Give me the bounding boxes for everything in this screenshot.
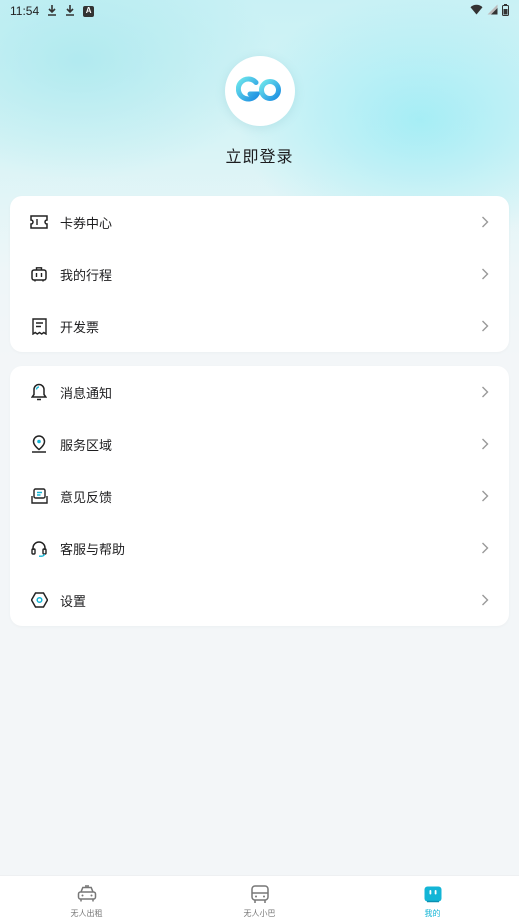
chevron-right-icon (481, 541, 491, 555)
tab-label: 无人小巴 (243, 909, 276, 918)
app-notification-icon: A (83, 5, 95, 17)
menu-item-customer-service[interactable]: 客服与帮助 (10, 522, 509, 574)
chevron-right-icon (481, 489, 491, 503)
tab-minibus[interactable]: 无人小巴 (173, 876, 346, 924)
ticket-icon (30, 213, 48, 231)
menu-item-feedback[interactable]: 意见反馈 (10, 470, 509, 522)
menu-card-primary: 卡券中心 我的行程 开发票 (10, 196, 509, 352)
menu-item-settings[interactable]: 设置 (10, 574, 509, 626)
menu-item-label: 意见反馈 (60, 490, 113, 506)
luggage-icon (30, 265, 48, 283)
menu-item-label: 我的行程 (60, 268, 113, 284)
go-logo-icon (235, 74, 284, 108)
status-time: 11:54 (10, 4, 40, 18)
tab-label: 无人出租 (70, 909, 103, 918)
location-pin-icon (30, 435, 48, 453)
menu-item-service-area[interactable]: 服务区域 (10, 418, 509, 470)
menu-item-my-trips[interactable]: 我的行程 (10, 248, 509, 300)
wifi-icon (470, 4, 483, 18)
menu-item-label: 开发票 (60, 320, 100, 336)
bell-icon (30, 383, 48, 401)
status-bar: 11:54 A (0, 0, 519, 22)
signal-icon (487, 4, 498, 18)
download-icon (65, 4, 75, 19)
menu-item-notifications[interactable]: 消息通知 (10, 366, 509, 418)
headset-icon (30, 539, 48, 557)
settings-icon (30, 591, 48, 609)
menu-item-label: 设置 (60, 594, 87, 610)
bottom-tab-bar: 无人出租 无人小巴 我的 (0, 875, 519, 924)
download-icon (47, 4, 57, 19)
chevron-right-icon (481, 385, 491, 399)
profile-robot-icon (422, 883, 444, 905)
tab-mine[interactable]: 我的 (346, 876, 519, 924)
minibus-icon (249, 883, 271, 905)
feedback-icon (30, 487, 48, 505)
taxi-icon (76, 883, 98, 905)
menu-item-invoice[interactable]: 开发票 (10, 300, 509, 352)
battery-icon (502, 3, 509, 19)
menu-item-label: 消息通知 (60, 386, 113, 402)
chevron-right-icon (481, 593, 491, 607)
tab-robotaxi[interactable]: 无人出租 (0, 876, 173, 924)
avatar[interactable] (225, 56, 295, 126)
chevron-right-icon (481, 319, 491, 333)
chevron-right-icon (481, 215, 491, 229)
menu-item-label: 客服与帮助 (60, 542, 126, 558)
menu-item-coupon-center[interactable]: 卡券中心 (10, 196, 509, 248)
notification-badge-text: A (85, 6, 92, 15)
login-button[interactable]: 立即登录 (0, 143, 519, 167)
menu-item-label: 卡券中心 (60, 216, 113, 232)
chevron-right-icon (481, 267, 491, 281)
tab-label: 我的 (424, 909, 441, 918)
menu-card-secondary: 消息通知 服务区域 意见反馈 客服与帮助 设置 (10, 366, 509, 626)
chevron-right-icon (481, 437, 491, 451)
receipt-icon (30, 317, 48, 335)
menu-item-label: 服务区域 (60, 438, 113, 454)
